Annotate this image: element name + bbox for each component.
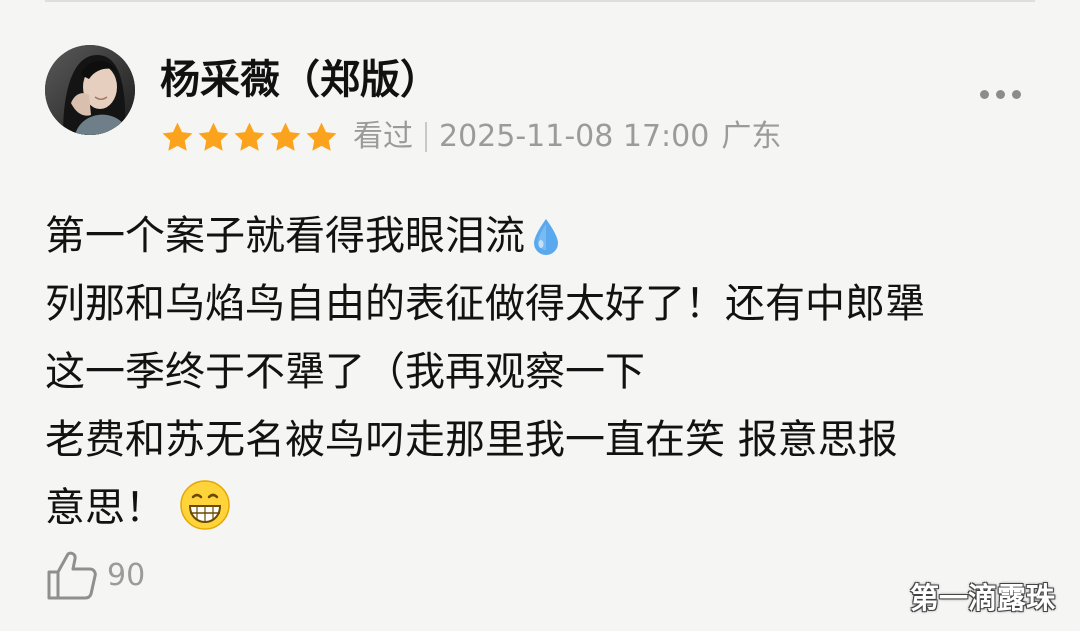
comment-line: 意思！: [45, 474, 1045, 542]
comment-line-text: 第一个案子就看得我眼泪流: [45, 213, 525, 259]
star-icon: [162, 122, 193, 151]
grinning-face-icon: [179, 479, 231, 552]
star-icon: [270, 122, 301, 151]
star-icon: [198, 122, 229, 151]
comment-line: 第一个案子就看得我眼泪流: [45, 202, 1045, 270]
avatar-image: [45, 45, 135, 135]
username[interactable]: 杨采薇（郑版）: [160, 54, 440, 106]
comment-location: 广东: [721, 119, 782, 154]
droplet-icon: [531, 210, 561, 278]
star-rating: [160, 120, 339, 155]
comment-meta: 看过 2025-11-08 17:00 广东: [160, 114, 781, 160]
more-dot-icon: [979, 89, 989, 99]
comment-line-text: 意思！: [45, 485, 165, 531]
watermark: 第一滴露珠: [910, 581, 1056, 615]
more-dot-icon: [1011, 89, 1021, 99]
star-icon: [234, 122, 265, 151]
more-dot-icon: [995, 89, 1005, 99]
comment-card: 杨采薇（郑版） 看过 2025-11-08 17:00 广东 第一个案子就看得我…: [0, 0, 1080, 631]
watch-status: 看过: [353, 119, 413, 154]
comment-timestamp: 2025-11-08 17:00: [439, 119, 710, 154]
like-count: 90: [107, 557, 146, 593]
thumbs-up-icon: [47, 551, 97, 600]
like-button[interactable]: 90: [45, 545, 145, 605]
more-options-button[interactable]: [968, 76, 1032, 112]
star-icon: [306, 122, 337, 151]
comment-text: 第一个案子就看得我眼泪流 列那和乌焰鸟自由的表征做得太好了！还有中郎犟 这一季终…: [45, 202, 1045, 542]
comment-line: 列那和乌焰鸟自由的表征做得太好了！还有中郎犟: [45, 281, 925, 327]
meta-divider: [425, 122, 427, 152]
avatar[interactable]: [45, 45, 135, 135]
comment-line: 老费和苏无名被鸟叼走那里我一直在笑 报意思报: [45, 417, 898, 463]
comment-line: 这一季终于不犟了（我再观察一下: [45, 349, 645, 395]
